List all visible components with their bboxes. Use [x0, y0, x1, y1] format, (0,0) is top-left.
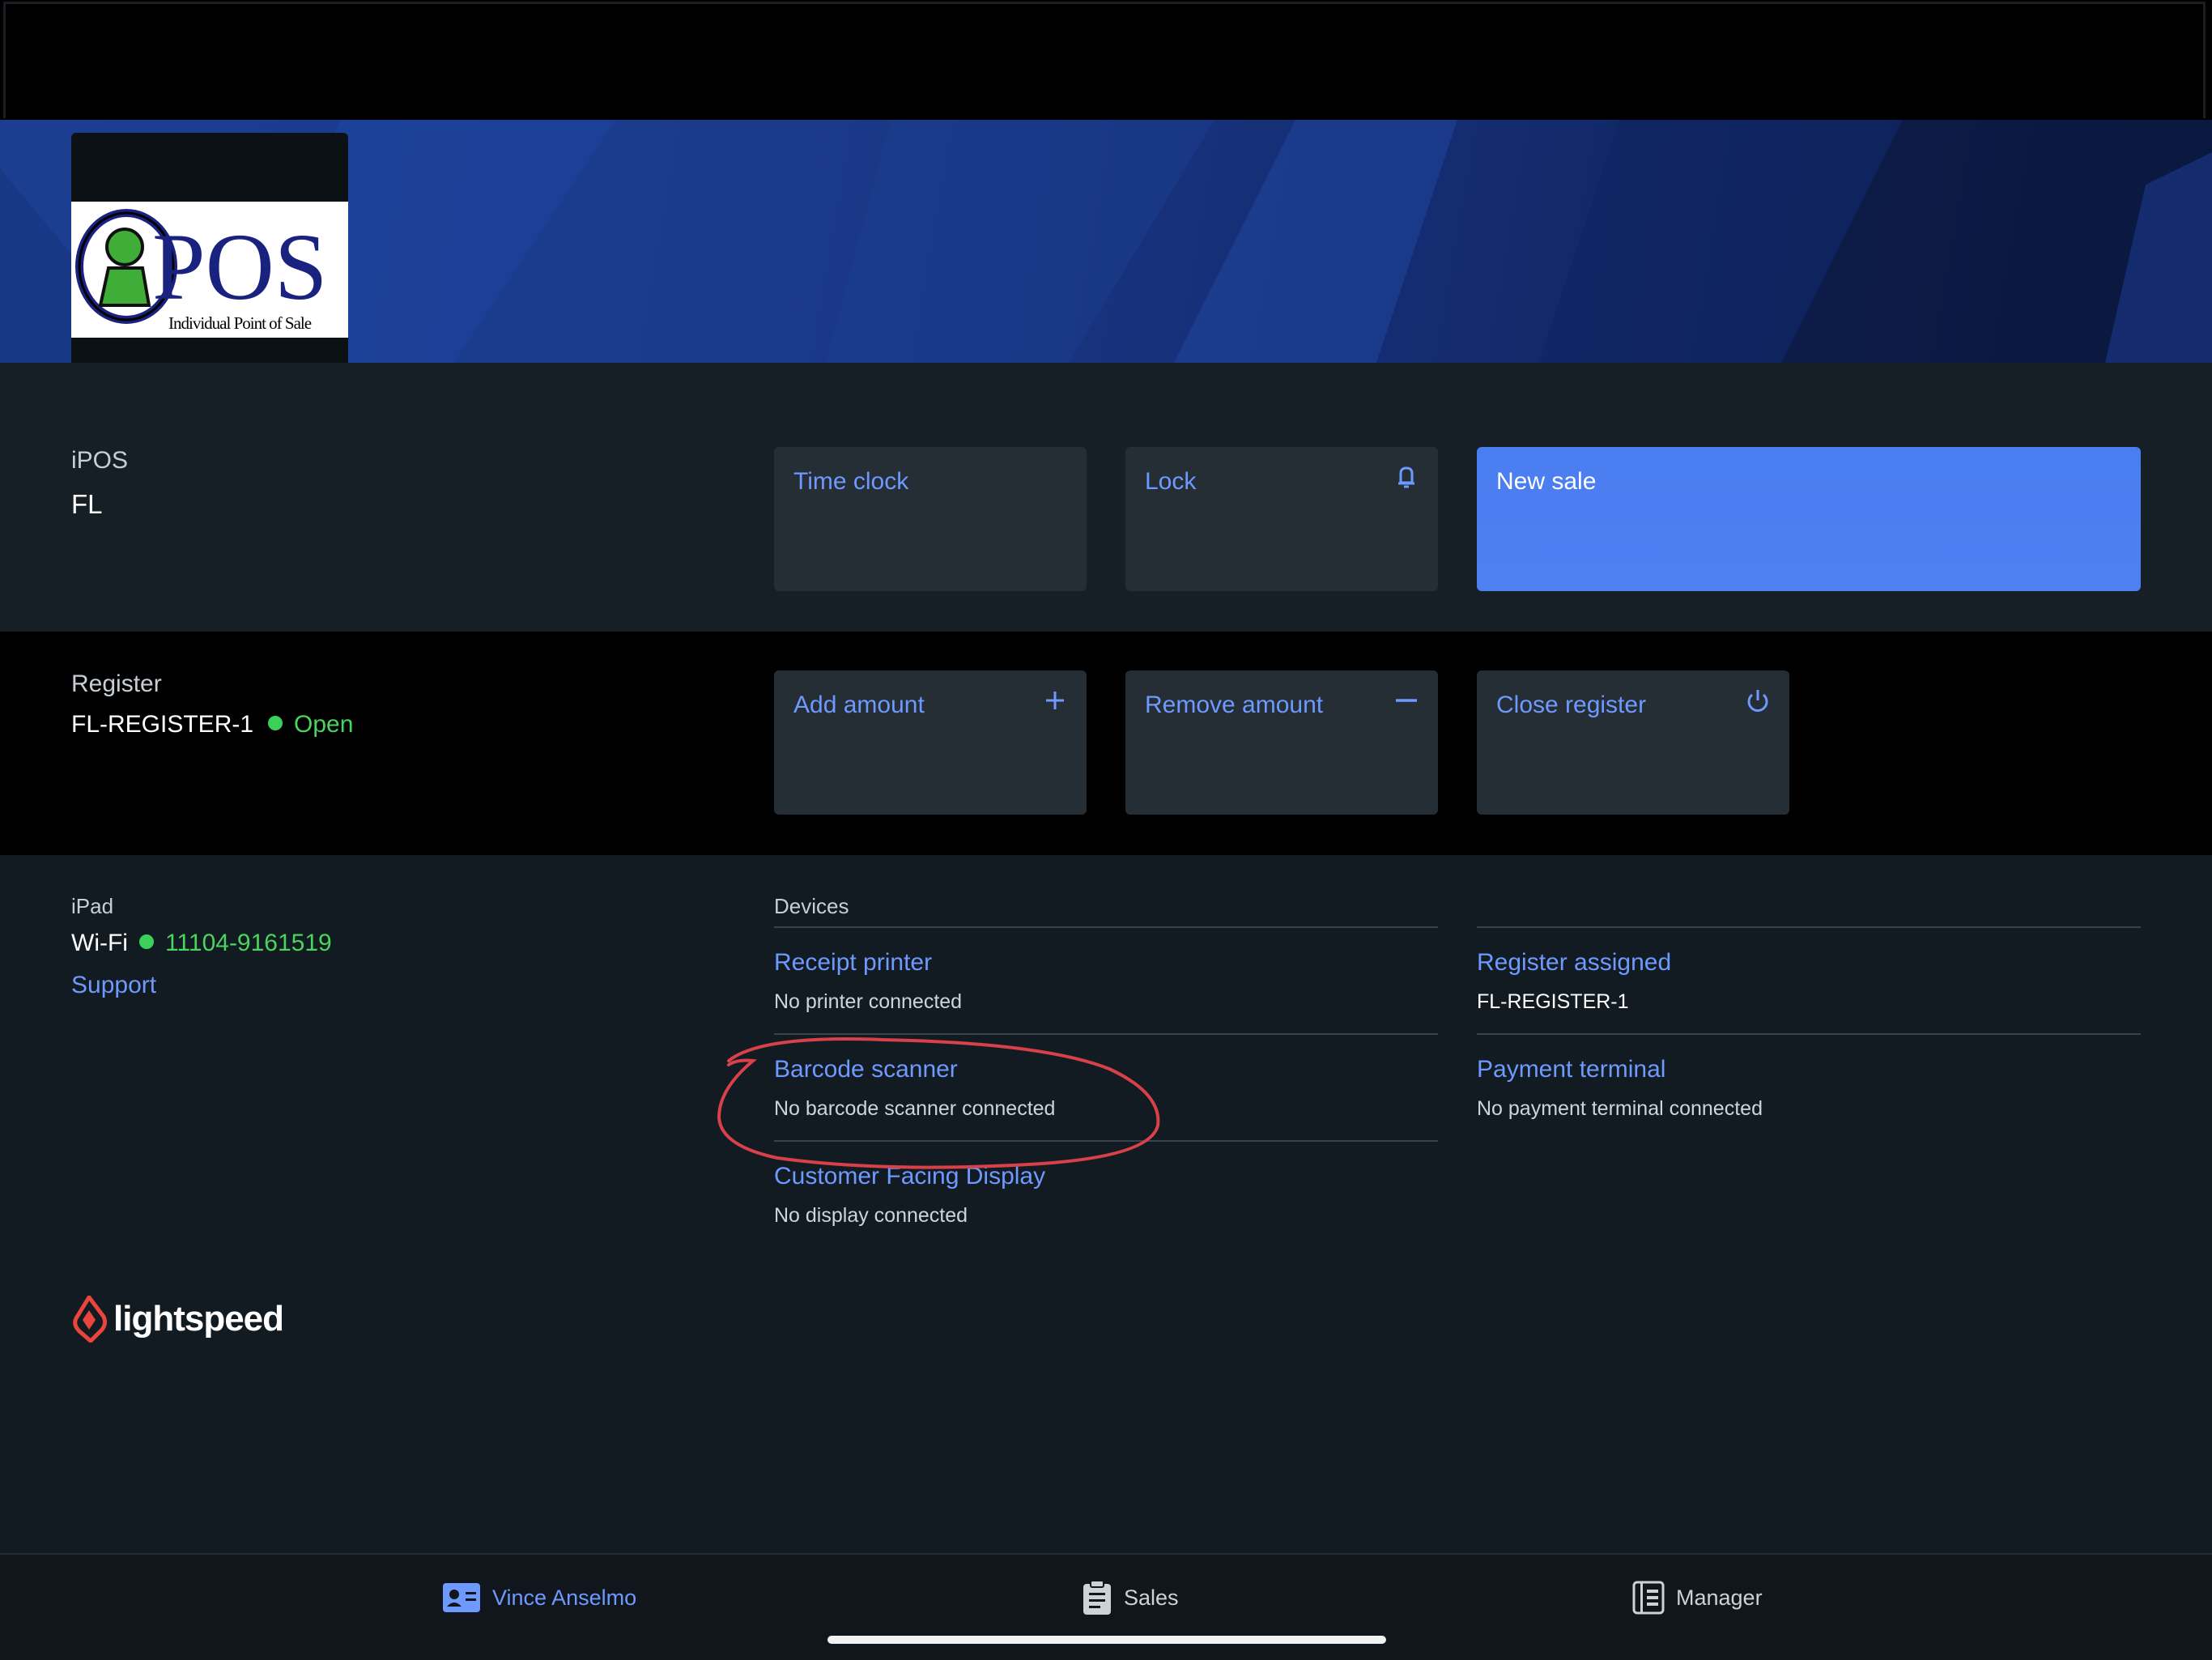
tab-manager[interactable]: Manager	[1632, 1577, 1763, 1618]
manager-list-icon	[1632, 1581, 1665, 1615]
support-link[interactable]: Support	[71, 972, 156, 999]
remove-amount-label: Remove amount	[1145, 692, 1324, 718]
plus-icon	[1046, 692, 1064, 709]
receipt-printer-status: No printer connected	[774, 990, 963, 1013]
devices-section	[0, 855, 2212, 1553]
receipt-printer-link[interactable]: Receipt printer	[774, 949, 932, 977]
customer-display-status: No display connected	[774, 1204, 968, 1227]
register-label: Register	[71, 670, 162, 697]
annotation-circle	[717, 1037, 1160, 1169]
user-card-icon	[443, 1583, 480, 1612]
wifi-network: 11104-9161519	[164, 930, 332, 956]
device-label: iPad	[71, 894, 114, 918]
payment-terminal-status: No payment terminal connected	[1477, 1097, 1763, 1120]
time-clock-label: Time clock	[793, 468, 909, 495]
lightspeed-wordmark: lightspeed	[113, 1299, 284, 1339]
new-sale-button[interactable]: New sale	[1477, 447, 2141, 591]
register-assigned-value: FL-REGISTER-1	[1477, 990, 1629, 1013]
top-bar-frame	[3, 2, 2206, 118]
remove-amount-button[interactable]: Remove amount	[1125, 670, 1438, 815]
tab-sales-label: Sales	[1124, 1585, 1179, 1610]
devices-divider	[774, 926, 1438, 928]
new-sale-label: New sale	[1496, 468, 1597, 495]
time-clock-button[interactable]: Time clock	[774, 447, 1087, 591]
close-register-button[interactable]: Close register	[1477, 670, 1789, 815]
logo-plate: POS Individual Point of Sale	[71, 202, 348, 338]
register-assigned-link[interactable]: Register assigned	[1477, 949, 1671, 977]
row-divider	[1477, 1033, 2141, 1035]
wifi-dot	[138, 934, 154, 950]
power-icon	[1747, 690, 1768, 712]
clipboard-icon	[1083, 1580, 1111, 1615]
add-amount-label: Add amount	[793, 692, 925, 718]
tab-sales[interactable]: Sales	[1082, 1577, 1179, 1618]
tab-manager-label: Manager	[1676, 1585, 1763, 1610]
home-indicator	[827, 1636, 1386, 1644]
close-register-label: Close register	[1496, 692, 1647, 718]
wifi-label: Wi-Fi	[71, 930, 128, 956]
bell-icon	[1398, 466, 1414, 488]
devices-divider-right	[1477, 926, 2141, 928]
add-amount-button[interactable]: Add amount	[774, 670, 1087, 815]
logo-tagline: Individual Point of Sale	[168, 313, 312, 333]
register-status-line: FL-REGISTER-1 Open	[71, 711, 353, 738]
tab-user-label: Vince Anselmo	[492, 1585, 637, 1610]
lightspeed-brand: lightspeed	[71, 1296, 284, 1343]
store-label: iPOS	[71, 447, 129, 474]
lock-button[interactable]: Lock	[1125, 447, 1438, 591]
devices-heading: Devices	[774, 894, 849, 918]
tab-user[interactable]: Vince Anselmo	[442, 1577, 636, 1618]
lock-label: Lock	[1145, 468, 1197, 495]
register-status: Open	[294, 711, 354, 738]
status-dot	[268, 716, 283, 731]
wifi-status-line: Wi-Fi 11104-9161519	[71, 930, 332, 957]
payment-terminal-link[interactable]: Payment terminal	[1477, 1056, 1665, 1083]
logo-text: POS	[152, 214, 328, 320]
register-section	[0, 632, 2212, 855]
register-name: FL-REGISTER-1	[71, 711, 254, 738]
minus-icon	[1396, 699, 1417, 702]
store-code: FL	[71, 489, 103, 519]
lightspeed-flame-icon	[73, 1296, 107, 1343]
